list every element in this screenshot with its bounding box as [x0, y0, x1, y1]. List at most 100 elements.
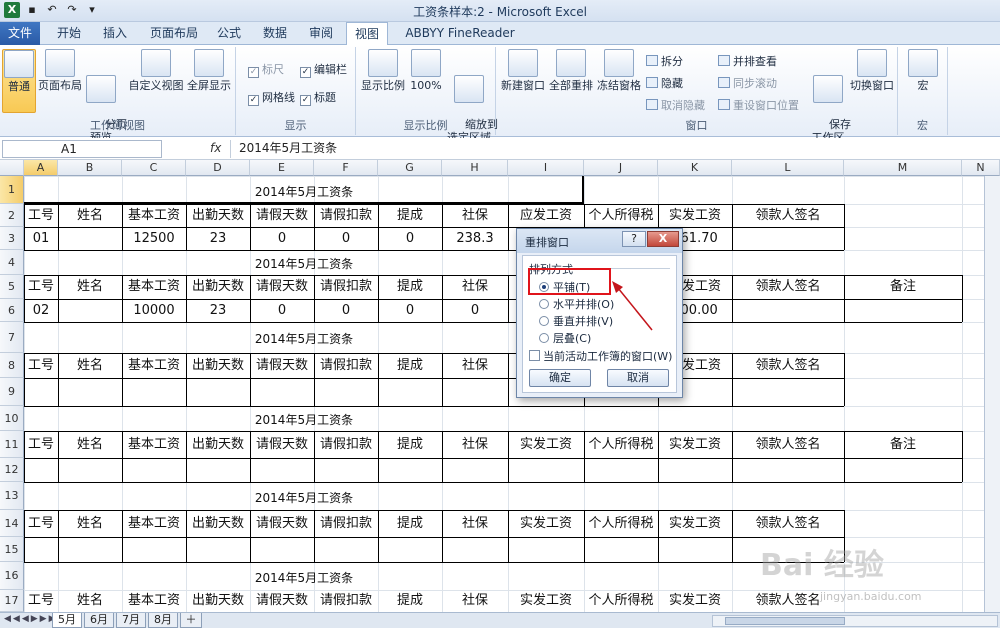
cell[interactable]: 领款人签名: [732, 204, 844, 227]
column-header[interactable]: A: [24, 160, 58, 176]
row-header[interactable]: 1: [0, 176, 24, 204]
cell[interactable]: 请假天数: [250, 353, 314, 378]
cell[interactable]: 社保: [442, 353, 508, 378]
cell[interactable]: 工号: [24, 510, 58, 537]
cell[interactable]: 请假天数: [250, 431, 314, 458]
zoom-100-button[interactable]: 100%: [408, 49, 444, 92]
cell[interactable]: 个人所得税: [584, 431, 658, 458]
cell[interactable]: 23: [186, 299, 250, 322]
cell[interactable]: [58, 227, 122, 250]
cell[interactable]: 应发工资: [508, 204, 584, 227]
cell[interactable]: 02: [24, 299, 58, 322]
cell[interactable]: [732, 227, 844, 250]
normal-view-button[interactable]: 普通: [2, 49, 36, 113]
cell[interactable]: 领款人签名: [732, 510, 844, 537]
cell[interactable]: 0: [378, 227, 442, 250]
cell[interactable]: 姓名: [58, 353, 122, 378]
cell[interactable]: 01: [24, 227, 58, 250]
cell[interactable]: 出勤天数: [186, 590, 250, 612]
cell[interactable]: 请假天数: [250, 510, 314, 537]
cell[interactable]: 实发工资: [508, 590, 584, 612]
reset-position-button[interactable]: 重设窗口位置: [718, 99, 799, 113]
split-button[interactable]: 拆分: [646, 55, 683, 69]
cell[interactable]: 请假扣款: [314, 275, 378, 299]
cell[interactable]: [732, 299, 844, 322]
row-header[interactable]: 14: [0, 510, 24, 537]
cell[interactable]: 提成: [378, 431, 442, 458]
cell[interactable]: 出勤天数: [186, 431, 250, 458]
page-layout-view-button[interactable]: 页面布局: [38, 49, 82, 92]
cell[interactable]: 基本工资: [122, 275, 186, 299]
cell[interactable]: 个人所得税: [584, 204, 658, 227]
tab-view[interactable]: 视图: [346, 22, 388, 46]
cell[interactable]: 请假扣款: [314, 353, 378, 378]
full-screen-button[interactable]: 全屏显示: [186, 49, 232, 92]
cell[interactable]: 工号: [24, 275, 58, 299]
cell[interactable]: 0: [250, 227, 314, 250]
freeze-panes-button[interactable]: 冻结窗格: [596, 49, 642, 92]
macros-button[interactable]: 宏: [904, 49, 942, 92]
tab-abbyy[interactable]: ABBYY FineReader 12: [398, 22, 522, 62]
cell[interactable]: 0: [378, 299, 442, 322]
row-header[interactable]: 11: [0, 431, 24, 458]
horizontal-scrollbar[interactable]: [712, 615, 998, 627]
sheet-title-cell[interactable]: 2014年5月工资条: [24, 482, 584, 510]
new-window-button[interactable]: 新建窗口: [500, 49, 546, 92]
gridlines-checkbox[interactable]: ✓ 网格线: [248, 91, 295, 106]
cell[interactable]: 备注: [844, 431, 962, 458]
switch-windows-button[interactable]: 切换窗口: [848, 49, 896, 92]
cell[interactable]: 23: [186, 227, 250, 250]
cell[interactable]: 请假天数: [250, 590, 314, 612]
option-cascade[interactable]: 层叠(C): [539, 330, 591, 346]
row-header[interactable]: 15: [0, 537, 24, 562]
ruler-checkbox[interactable]: ✓ 标尺: [248, 63, 284, 78]
cell[interactable]: [58, 299, 122, 322]
cell[interactable]: 领款人签名: [732, 353, 844, 378]
row-header[interactable]: 4: [0, 250, 24, 275]
tab-page-layout[interactable]: 页面布局: [145, 22, 203, 45]
tab-insert[interactable]: 插入: [98, 22, 132, 45]
sync-scroll-button[interactable]: 同步滚动: [718, 77, 777, 91]
column-header[interactable]: J: [584, 160, 658, 176]
column-header[interactable]: M: [844, 160, 962, 176]
cell[interactable]: 实发工资: [658, 204, 732, 227]
cell[interactable]: 工号: [24, 204, 58, 227]
column-header[interactable]: F: [314, 160, 378, 176]
cell[interactable]: 出勤天数: [186, 204, 250, 227]
zoom-button[interactable]: 显示比例: [360, 49, 406, 92]
sheet-tab-june[interactable]: 6月: [84, 613, 114, 628]
tab-review[interactable]: 审阅: [304, 22, 338, 45]
ok-button[interactable]: 确定: [529, 369, 591, 387]
cell[interactable]: 实发工资: [658, 431, 732, 458]
row-header[interactable]: 17: [0, 590, 24, 612]
cell[interactable]: 社保: [442, 204, 508, 227]
cell[interactable]: 姓名: [58, 510, 122, 537]
sheet-tab-august[interactable]: 8月: [148, 613, 178, 628]
cell[interactable]: 备注: [844, 275, 962, 299]
cell[interactable]: 0: [442, 299, 508, 322]
cell[interactable]: 请假扣款: [314, 510, 378, 537]
cell[interactable]: 0: [314, 227, 378, 250]
vertical-scrollbar[interactable]: [984, 176, 1000, 612]
column-header[interactable]: L: [732, 160, 844, 176]
row-header[interactable]: 3: [0, 227, 24, 250]
cell[interactable]: 基本工资: [122, 204, 186, 227]
cell[interactable]: 0: [314, 299, 378, 322]
cell[interactable]: 0: [250, 299, 314, 322]
cell[interactable]: 基本工资: [122, 431, 186, 458]
cell[interactable]: 实发工资: [508, 431, 584, 458]
hide-button[interactable]: 隐藏: [646, 77, 683, 91]
dialog-titlebar[interactable]: 重排窗口 ? X: [517, 229, 682, 253]
cancel-button[interactable]: 取消: [607, 369, 669, 387]
cell[interactable]: 出勤天数: [186, 510, 250, 537]
cell[interactable]: 12500: [122, 227, 186, 250]
sheet-title-cell[interactable]: 2014年5月工资条: [24, 406, 584, 431]
cell[interactable]: 个人所得税: [584, 510, 658, 537]
cell[interactable]: 姓名: [58, 204, 122, 227]
row-header[interactable]: 13: [0, 482, 24, 510]
column-header[interactable]: K: [658, 160, 732, 176]
formula-bar-checkbox[interactable]: ✓ 编辑栏: [300, 63, 347, 78]
sheet-tab-july[interactable]: 7月: [116, 613, 146, 628]
tab-file[interactable]: 文件: [0, 22, 40, 45]
cell[interactable]: 个人所得税: [584, 590, 658, 612]
